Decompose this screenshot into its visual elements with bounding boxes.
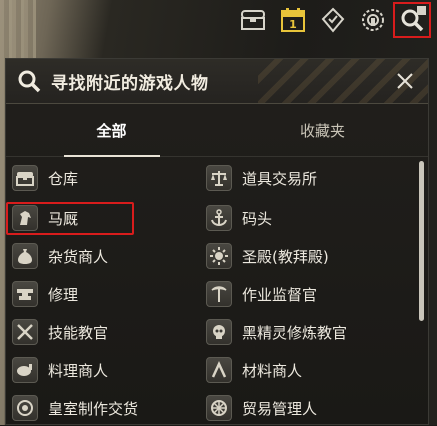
scales-icon — [206, 165, 232, 191]
map-pin-icon — [321, 7, 345, 33]
corner-badge — [417, 6, 426, 15]
svg-text:1: 1 — [289, 18, 297, 31]
npc-item-cooking-merchant[interactable]: 料理商人 — [12, 352, 108, 388]
npc-item-marketplace[interactable]: 道具交易所 — [206, 160, 317, 196]
calendar-icon: 1 — [281, 8, 305, 32]
npc-item-label: 杂货商人 — [48, 247, 109, 266]
tab-label: 收藏夹 — [299, 121, 345, 140]
chicken-icon — [12, 357, 38, 383]
npc-item-label: 码头 — [242, 209, 273, 228]
npc-item-label: 皇室制作交货 — [48, 399, 139, 418]
npc-item-stable[interactable]: 马厩 — [12, 200, 78, 236]
npc-item-material-merchant[interactable]: 材料商人 — [206, 352, 302, 388]
npc-item-label: 道具交易所 — [242, 169, 318, 188]
search-icon — [18, 70, 41, 93]
tab-favorites[interactable]: 收藏夹 — [217, 104, 428, 156]
npc-item-label: 修理 — [48, 285, 79, 304]
npc-list: 仓库 马厩 杂货商人 修理 技能教官 料理商人 皇室制作交货 道具交易所 码头 … — [6, 156, 416, 424]
top-hud: 1 — [233, 0, 437, 40]
challenge-button[interactable] — [353, 2, 393, 38]
npc-item-label: 料理商人 — [48, 361, 109, 380]
npc-item-repair[interactable]: 修理 — [12, 276, 78, 312]
npc-item-label: 仓库 — [48, 169, 79, 188]
npc-item-skill-instructor[interactable]: 技能教官 — [12, 314, 108, 350]
npc-item-label: 马厩 — [48, 209, 79, 228]
npc-item-label: 贸易管理人 — [242, 399, 318, 418]
pickaxe-icon — [206, 281, 232, 307]
tab-label: 全部 — [96, 121, 127, 140]
panel-title: 寻找附近的游戏人物 — [51, 73, 209, 94]
crest-icon — [12, 395, 38, 421]
find-npc-button[interactable] — [393, 2, 431, 38]
calendar-button[interactable]: 1 — [273, 2, 313, 38]
npc-item-trade-manager[interactable]: 贸易管理人 — [206, 390, 317, 426]
skull-icon — [206, 319, 232, 345]
npc-item-wharf[interactable]: 码头 — [206, 200, 272, 236]
anvil-icon — [12, 281, 38, 307]
anchor-icon — [206, 205, 232, 231]
npc-item-label: 黑精灵修炼教官 — [242, 323, 348, 342]
npc-item-warehouse[interactable]: 仓库 — [12, 160, 78, 196]
badge-icon — [362, 9, 384, 31]
sun-icon — [206, 243, 232, 269]
tab-bar: 全部 收藏夹 — [6, 104, 428, 157]
npc-item-label: 技能教官 — [48, 323, 109, 342]
npc-item-worker-supervisor[interactable]: 作业监督官 — [206, 276, 317, 312]
chest-icon — [241, 10, 265, 30]
npc-item-imperial-crafting[interactable]: 皇室制作交货 — [12, 390, 138, 426]
hook-icon — [206, 357, 232, 383]
npc-item-general-merchant[interactable]: 杂货商人 — [12, 238, 108, 274]
tab-all[interactable]: 全部 — [6, 104, 217, 157]
chest-icon — [12, 165, 38, 191]
close-icon — [397, 73, 413, 89]
find-npc-panel: 寻找附近的游戏人物 全部 收藏夹 仓库 马厩 杂货商人 修理 技能教官 料理商人… — [5, 58, 429, 425]
npc-item-temple[interactable]: 圣殿(教拜殿) — [206, 238, 329, 274]
npc-item-label: 圣殿(教拜殿) — [242, 247, 329, 266]
crossed-swords-icon — [12, 319, 38, 345]
close-button[interactable] — [392, 68, 418, 94]
list-scrollbar[interactable] — [419, 161, 424, 321]
inventory-button[interactable] — [233, 2, 273, 38]
sack-icon — [12, 243, 38, 269]
horse-icon — [12, 205, 38, 231]
npc-item-label: 材料商人 — [242, 361, 303, 380]
npc-item-label: 作业监督官 — [242, 285, 318, 304]
panel-header: 寻找附近的游戏人物 — [6, 59, 428, 104]
location-button[interactable] — [313, 2, 353, 38]
npc-item-dark-elf-instructor[interactable]: 黑精灵修炼教官 — [206, 314, 347, 350]
wheel-icon — [206, 395, 232, 421]
